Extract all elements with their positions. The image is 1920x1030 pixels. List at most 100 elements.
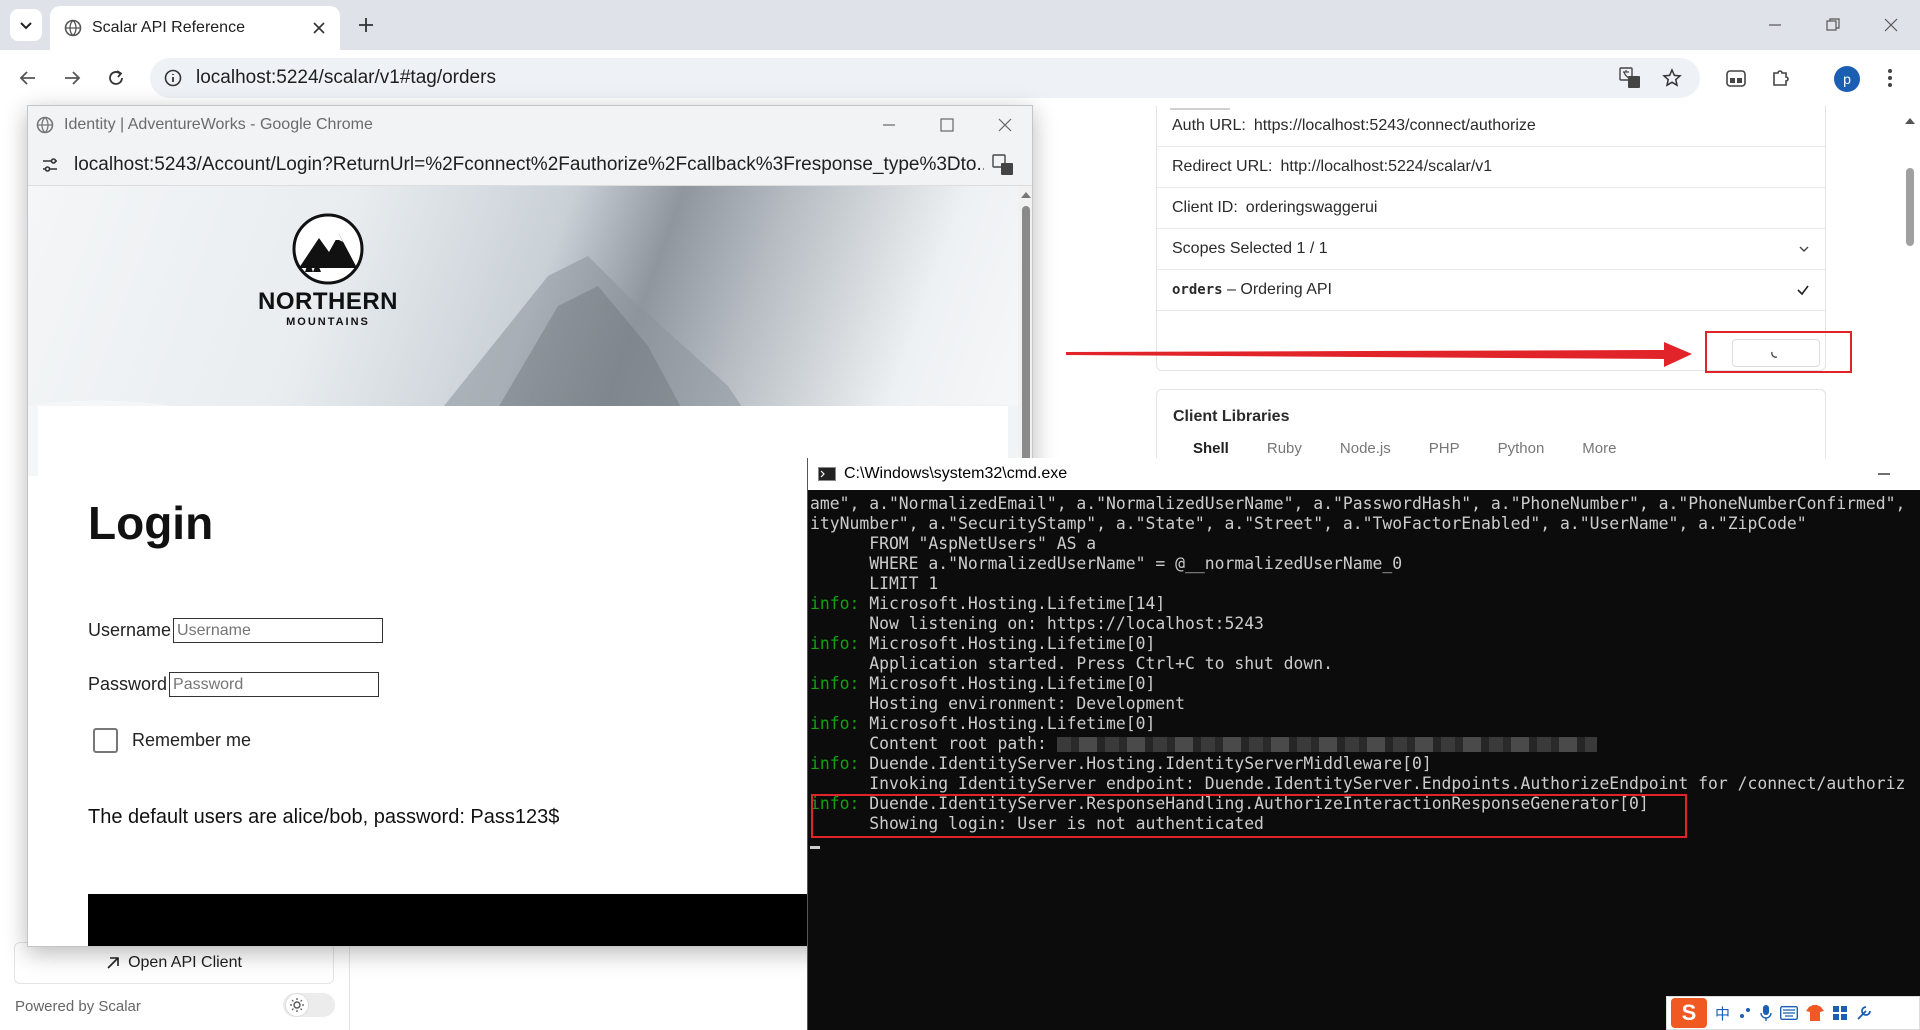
star-icon — [1662, 68, 1682, 87]
microphone-icon[interactable] — [1760, 1004, 1772, 1022]
ime-mode-indicator[interactable]: 中 — [1715, 1003, 1730, 1024]
popup-minimize-button[interactable] — [860, 106, 918, 144]
punctuation-icon[interactable] — [1738, 1006, 1752, 1020]
auth-url-value[interactable]: https://localhost:5243/connect/authorize — [1254, 117, 1536, 135]
tab-title: Scalar API Reference — [92, 19, 245, 36]
login-heading: Login — [88, 497, 214, 549]
scope-orders-text: orders – Ordering API — [1172, 281, 1332, 299]
cmd-line: Application started. Press Ctrl+C to shu… — [810, 654, 1920, 674]
auth-url-label: Auth URL: — [1172, 117, 1246, 134]
sogou-ime-logo[interactable]: S — [1671, 998, 1707, 1028]
mountain-logo-icon — [292, 213, 364, 285]
chrome-menu-button[interactable] — [1876, 64, 1904, 92]
close-window-button[interactable] — [1862, 0, 1920, 50]
tab-close-button[interactable] — [308, 17, 330, 39]
ime-toolbar: S 中 — [1666, 996, 1920, 1030]
minimize-button[interactable] — [1746, 0, 1804, 50]
northern-mountains-logo: NORTHERN MOUNTAINS — [238, 212, 418, 328]
close-icon — [998, 118, 1012, 132]
reload-button[interactable] — [100, 62, 132, 94]
redirect-url-value[interactable]: http://localhost:5224/scalar/v1 — [1280, 158, 1492, 176]
lib-tab-shell[interactable]: Shell — [1193, 440, 1229, 457]
client-id-row: Client ID: orderingswaggerui — [1157, 188, 1825, 229]
client-id-label: Client ID: — [1172, 199, 1238, 216]
scopes-selected-row[interactable]: Scopes Selected 1 / 1 — [1157, 229, 1825, 270]
annotation-highlight-box — [1705, 331, 1852, 373]
cmd-line: info: Microsoft.Hosting.Lifetime[0] — [810, 674, 1920, 694]
cmd-line-text: Microsoft.Hosting.Lifetime[0] — [859, 674, 1156, 693]
cmd-info-prefix: info: — [810, 714, 860, 733]
username-label: Username — [88, 620, 172, 640]
annotation-highlight-box — [811, 794, 1687, 838]
remember-me-label[interactable]: Remember me — [132, 730, 251, 751]
lib-tab-node[interactable]: Node.js — [1340, 440, 1391, 457]
lib-tab-python[interactable]: Python — [1498, 440, 1545, 457]
page-scrollbar-thumb[interactable] — [1906, 168, 1914, 246]
lib-tab-ruby[interactable]: Ruby — [1267, 440, 1302, 457]
tab-strip: Scalar API Reference — [0, 0, 1920, 50]
remember-me-checkbox[interactable] — [93, 728, 118, 753]
cmd-line-text: ame", a."NormalizedEmail", a."Normalized… — [810, 494, 1906, 513]
extension-app-icon — [1726, 70, 1746, 87]
popup-close-button[interactable] — [976, 106, 1032, 144]
cmd-app-icon — [818, 467, 836, 481]
cmd-line: info: Microsoft.Hosting.Lifetime[0] — [810, 634, 1920, 654]
forward-button[interactable] — [56, 62, 88, 94]
restore-button[interactable] — [1804, 0, 1862, 50]
scope-orders-row[interactable]: orders – Ordering API — [1157, 270, 1825, 311]
popup-address-bar[interactable]: localhost:5243/Account/Login?ReturnUrl=%… — [28, 144, 1032, 186]
cmd-line-text: Now listening on: https://localhost:5243 — [810, 614, 1264, 633]
cmd-line: WHERE a."NormalizedUserName" = @__normal… — [810, 554, 1920, 574]
password-input[interactable] — [169, 672, 380, 697]
tools-icon[interactable] — [1856, 1005, 1872, 1021]
open-api-client-label: Open API Client — [128, 954, 242, 971]
address-text: localhost:5224/scalar/v1#tag/orders — [196, 67, 496, 88]
popup-title: Identity | AdventureWorks - Google Chrom… — [64, 116, 373, 133]
minimize-icon[interactable] — [1877, 467, 1891, 481]
popup-maximize-button[interactable] — [918, 106, 976, 144]
cmd-line: info: Microsoft.Hosting.Lifetime[0] — [810, 714, 1920, 734]
extensions-menu-button[interactable] — [1767, 64, 1795, 92]
skin-icon[interactable] — [1806, 1005, 1825, 1021]
cmd-line-text: Hosting environment: Development — [810, 694, 1185, 713]
popup-titlebar: Identity | AdventureWorks - Google Chrom… — [28, 106, 1032, 144]
cmd-output: ame", a."NormalizedEmail", a."Normalized… — [810, 494, 1920, 834]
redacted-path — [1056, 737, 1597, 752]
check-icon — [1797, 285, 1809, 296]
tab-search-button[interactable] — [10, 9, 42, 41]
lib-tab-php[interactable]: PHP — [1429, 440, 1460, 457]
popup-url-text: localhost:5243/Account/Login?ReturnUrl=%… — [74, 153, 984, 175]
lib-tab-more[interactable]: More — [1582, 440, 1616, 457]
bookmark-button[interactable] — [1660, 66, 1684, 90]
address-bar[interactable]: localhost:5224/scalar/v1#tag/orders — [150, 58, 1700, 98]
theme-toggle[interactable] — [283, 993, 335, 1017]
username-input[interactable] — [173, 618, 384, 643]
auth-url-row: Auth URL: https://localhost:5243/connect… — [1157, 106, 1825, 147]
extension-button[interactable] — [1722, 64, 1750, 92]
new-tab-button[interactable] — [352, 11, 380, 39]
site-settings-icon[interactable] — [40, 155, 60, 175]
puzzle-icon — [1773, 70, 1789, 86]
tab-scalar-api-reference[interactable]: Scalar API Reference — [50, 6, 340, 50]
cmd-info-prefix: info: — [810, 754, 860, 773]
back-button[interactable] — [12, 62, 44, 94]
arrow-up-right-icon — [107, 957, 119, 969]
profile-avatar[interactable]: p — [1834, 66, 1860, 92]
keyboard-icon[interactable] — [1780, 1006, 1799, 1020]
cmd-line-text: ityNumber", a."SecurityStamp", a."State"… — [810, 514, 1807, 533]
cmd-line-text: LIMIT 1 — [810, 574, 939, 593]
cmd-titlebar: C:\Windows\system32\cmd.exe — [808, 458, 1920, 490]
translate-button[interactable] — [1618, 66, 1642, 90]
info-icon[interactable] — [164, 69, 182, 87]
client-id-value[interactable]: orderingswaggerui — [1246, 199, 1378, 217]
powered-by-scalar[interactable]: Powered by Scalar — [15, 998, 141, 1015]
client-libraries-title: Client Libraries — [1173, 408, 1290, 425]
grid-menu-icon[interactable] — [1832, 1005, 1848, 1021]
client-libraries-panel: Client Libraries Shell Ruby Node.js PHP … — [1156, 389, 1826, 459]
cmd-title: C:\Windows\system32\cmd.exe — [844, 465, 1068, 482]
translate-icon[interactable] — [992, 153, 1014, 176]
translate-icon — [1619, 67, 1640, 88]
cmd-line: LIMIT 1 — [810, 574, 1920, 594]
redirect-url-label: Redirect URL: — [1172, 158, 1273, 175]
open-api-client-button[interactable]: Open API Client — [14, 942, 334, 984]
